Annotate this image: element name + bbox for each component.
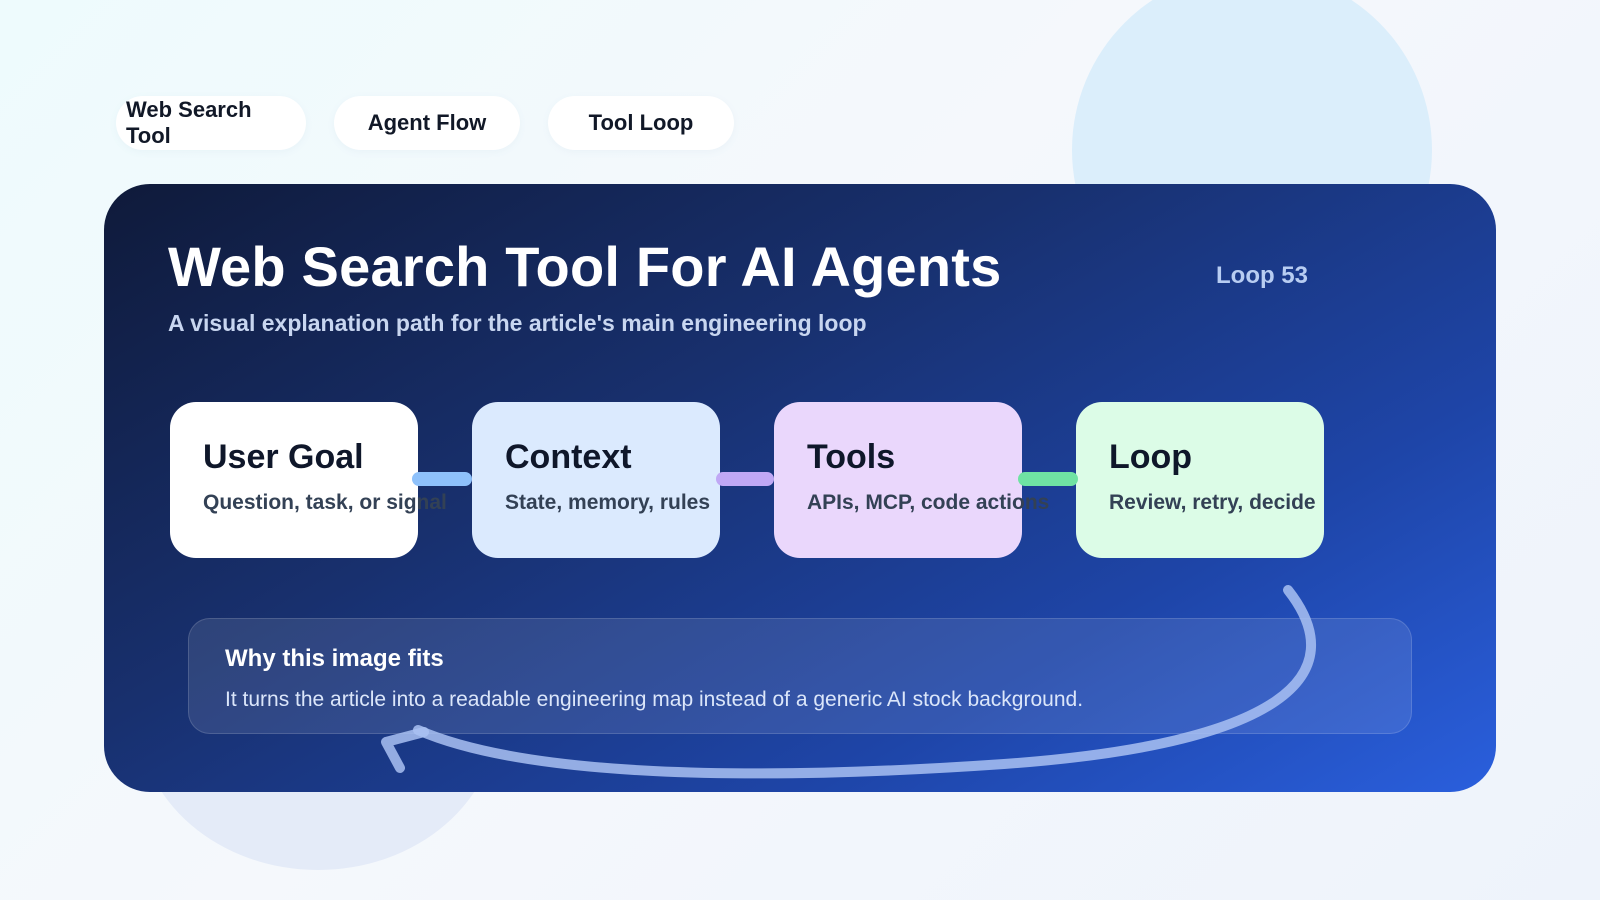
node-title: User Goal: [203, 438, 364, 476]
node-title: Tools: [807, 438, 896, 476]
connector-context-to-tools: [716, 472, 774, 486]
connector-goal-to-context: [412, 472, 472, 486]
node-description: APIs, MCP, code actions: [807, 491, 1050, 514]
tab-bar: Web Search Tool Agent Flow Tool Loop: [116, 96, 734, 150]
node-tools: Tools APIs, MCP, code actions: [774, 402, 1050, 558]
node-loop: Loop Review, retry, decide: [1076, 402, 1324, 558]
node-description: Question, task, or signal: [203, 491, 447, 514]
tab-agent-flow[interactable]: Agent Flow: [334, 96, 520, 150]
diagram-card: Web Search Tool For AI Agents A visual e…: [104, 184, 1496, 792]
node-context: Context State, memory, rules: [472, 402, 720, 558]
node-description: State, memory, rules: [505, 491, 711, 514]
why-text: It turns the article into a readable eng…: [225, 688, 1084, 711]
connector-tools-to-loop: [1018, 472, 1078, 486]
node-user-goal: User Goal Question, task, or signal: [170, 402, 447, 558]
tab-web-search-tool[interactable]: Web Search Tool: [116, 96, 306, 150]
node-title: Loop: [1109, 438, 1193, 476]
diagram-subtitle: A visual explanation path for the articl…: [168, 310, 867, 336]
node-description: Review, retry, decide: [1109, 491, 1316, 514]
why-callout: Why this image fits It turns the article…: [188, 618, 1412, 734]
node-title: Context: [505, 438, 632, 476]
loop-badge: Loop 53: [1216, 262, 1309, 289]
tab-tool-loop[interactable]: Tool Loop: [548, 96, 734, 150]
why-title: Why this image fits: [225, 645, 444, 672]
diagram-title: Web Search Tool For AI Agents: [168, 235, 1002, 298]
